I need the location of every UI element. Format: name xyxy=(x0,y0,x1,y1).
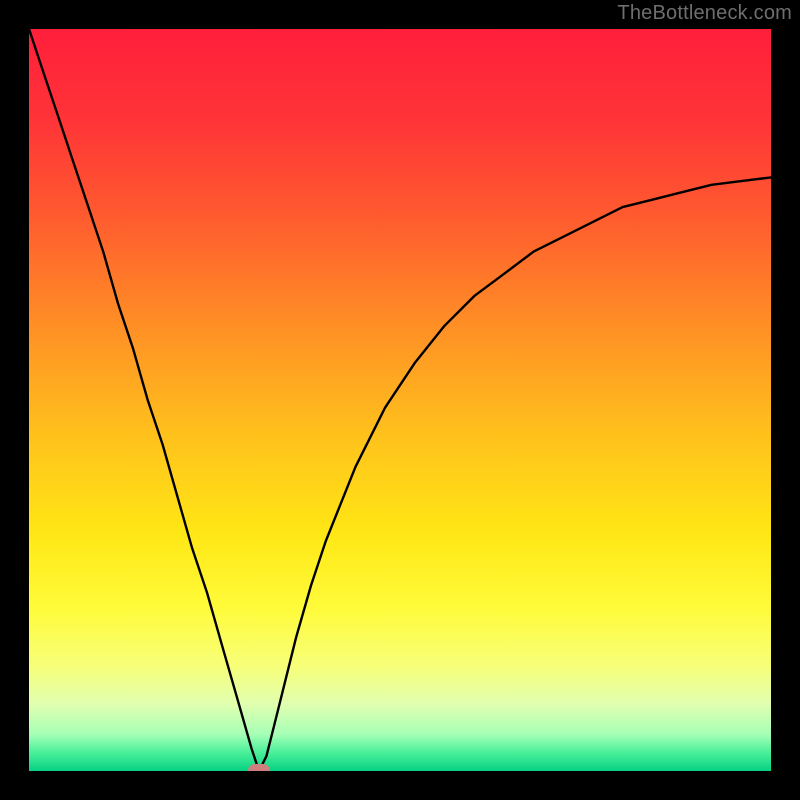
chart-frame: TheBottleneck.com xyxy=(0,0,800,800)
gradient-background xyxy=(29,29,771,771)
plot-area xyxy=(29,29,771,771)
chart-svg xyxy=(29,29,771,771)
optimal-point-marker xyxy=(248,764,270,771)
watermark-text: TheBottleneck.com xyxy=(617,2,792,25)
